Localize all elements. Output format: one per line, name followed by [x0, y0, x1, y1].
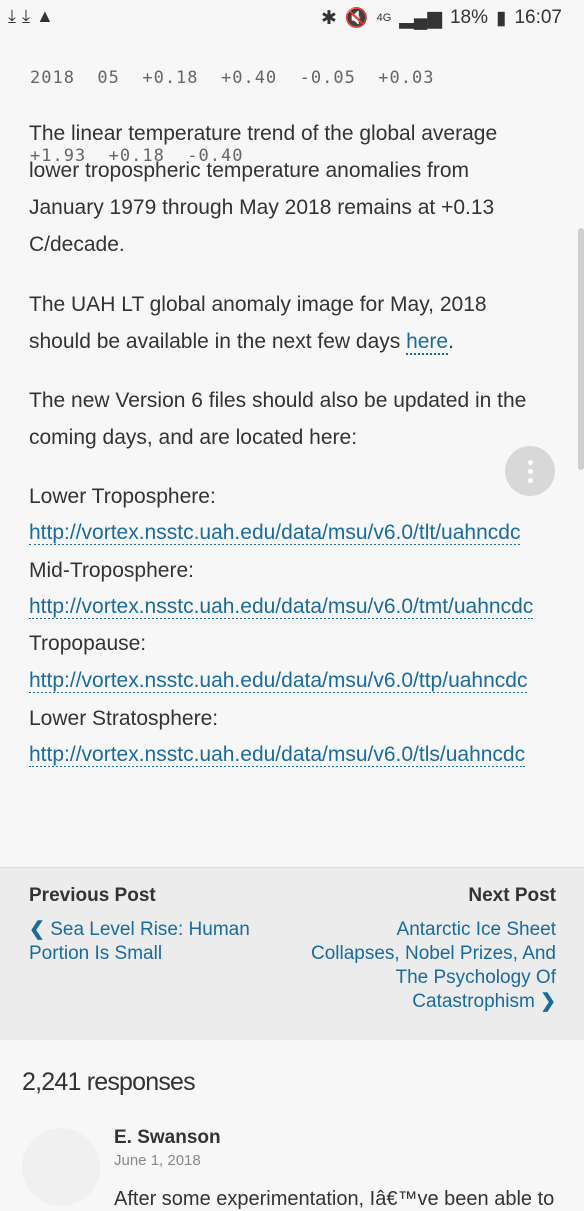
next-post-title-3: The Psychology Of [395, 967, 556, 988]
next-post-title-1: Antarctic Ice Sheet [396, 919, 556, 940]
battery-percent: 18% [449, 7, 488, 28]
notification-icons: ⤓ ⤓ ▲ [8, 6, 54, 27]
file-label-tropopause: Tropopause: [29, 632, 147, 655]
version-files-paragraph: The new Version 6 files should also be u… [29, 389, 527, 449]
clock: 16:07 [514, 7, 562, 28]
comment-author[interactable]: E. Swanson [114, 1127, 221, 1149]
network-label: 4G [376, 12, 392, 24]
more-dot [527, 468, 533, 474]
previous-post-link[interactable]: ❮ Sea Level Rise: Human Portion Is Small [29, 918, 250, 966]
file-label-lower-troposphere: Lower Troposphere: [29, 485, 216, 508]
download-icon: ⤓ [8, 6, 16, 26]
file-label-mid-troposphere: Mid-Troposphere: [29, 559, 194, 582]
previous-post-title-2: Portion Is Small [29, 943, 163, 964]
paragraph-end: . [448, 330, 454, 353]
avatar [22, 1128, 100, 1206]
battery-icon: ▮ [495, 7, 507, 29]
file-link-lower-stratosphere[interactable]: http://vortex.nsstc.uah.edu/data/msu/v6.… [29, 743, 526, 767]
file-link-mid-troposphere[interactable]: http://vortex.nsstc.uah.edu/data/msu/v6.… [29, 595, 534, 619]
file-label-lower-stratosphere: Lower Stratosphere: [29, 707, 219, 730]
post-navigation: Previous Post ❮ Sea Level Rise: Human Po… [0, 867, 584, 1041]
next-post-title-2: Collapses, Nobel Prizes, And [310, 943, 556, 964]
next-post-heading: Next Post [468, 885, 556, 906]
data-row: 2018 05 +0.18 +0.40 -0.05 +0.03 [30, 68, 435, 88]
file-link-tropopause[interactable]: http://vortex.nsstc.uah.edu/data/msu/v6.… [29, 669, 528, 693]
scrollbar[interactable] [578, 228, 584, 470]
previous-post-title-1: Sea Level Rise: Human [50, 919, 250, 940]
more-dot [527, 477, 533, 483]
signal-icon: ▂▄▆ [399, 7, 442, 29]
more-options-button[interactable] [505, 446, 555, 496]
previous-post-heading: Previous Post [29, 885, 156, 906]
next-post-title-4: Catastrophism [412, 991, 535, 1012]
warning-icon: ▲ [35, 6, 54, 26]
response-count: 2,241 responses [22, 1068, 196, 1096]
more-dot [527, 459, 533, 465]
trend-paragraph: The linear temperature trend of the glob… [29, 122, 498, 256]
bluetooth-icon: ✱ [320, 7, 337, 29]
comment-date[interactable]: June 1, 2018 [114, 1152, 201, 1169]
next-post-link[interactable]: Antarctic Ice Sheet Collapses, Nobel Pri… [311, 918, 556, 1014]
mute-icon: 🔇 [344, 8, 369, 29]
system-icons: ✱ 🔇 4G ▂▄▆ 18% ▮ 16:07 [321, 6, 562, 30]
anomaly-image-paragraph: The UAH LT global anomaly image for May,… [29, 286, 549, 360]
here-link[interactable]: here [406, 330, 449, 355]
download-icon: ⤓ [21, 6, 30, 26]
status-bar: ⤓ ⤓ ▲ ✱ 🔇 4G ▂▄▆ 18% ▮ 16:07 [0, 0, 584, 34]
chevron-left-icon: ❮ [29, 919, 45, 940]
chevron-right-icon: ❯ [540, 991, 556, 1012]
file-link-lower-troposphere[interactable]: http://vortex.nsstc.uah.edu/data/msu/v6.… [29, 521, 521, 545]
